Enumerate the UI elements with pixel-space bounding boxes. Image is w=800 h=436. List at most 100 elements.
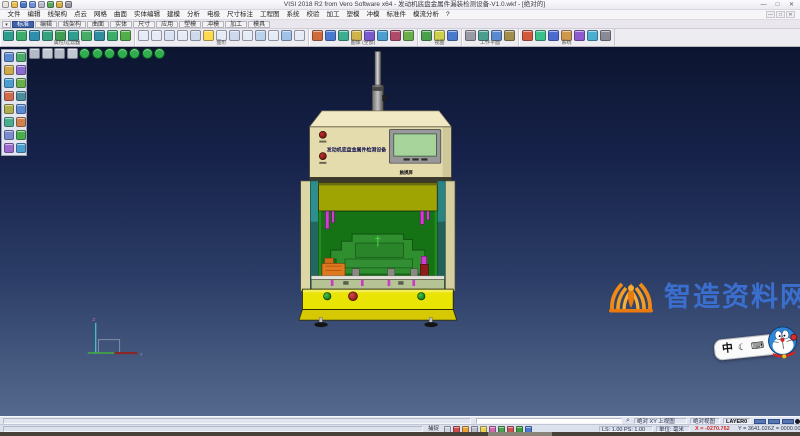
status-segment-2[interactable] xyxy=(768,419,780,424)
view-manager-icon[interactable] xyxy=(403,30,414,41)
menu-item-14[interactable]: 加工 xyxy=(323,10,343,20)
trim-tool-icon[interactable] xyxy=(16,91,26,101)
rotate-tool-icon[interactable] xyxy=(16,117,26,127)
undo-icon[interactable] xyxy=(47,1,54,8)
ribbon-tab-6[interactable]: 应用 xyxy=(156,21,178,28)
shadow-icon[interactable] xyxy=(281,30,292,41)
filter-solid-icon[interactable] xyxy=(94,30,105,41)
settings-icon[interactable] xyxy=(522,30,533,41)
ribbon-tab-5[interactable]: 尺寸 xyxy=(133,21,155,28)
ribbon-tab-8[interactable]: 冲模 xyxy=(202,21,224,28)
viewport-3d[interactable]: Z x xyxy=(0,47,800,416)
material-icon[interactable] xyxy=(268,30,279,41)
layer-tool-icon[interactable] xyxy=(4,143,14,153)
zoom-window-icon[interactable] xyxy=(325,30,336,41)
quality-icon[interactable] xyxy=(294,30,305,41)
select-all-icon[interactable] xyxy=(107,30,118,41)
moon-icon[interactable]: ☾ xyxy=(737,337,747,359)
pan-view-icon[interactable] xyxy=(29,48,40,59)
view-front-icon[interactable] xyxy=(447,30,458,41)
status-segment-1[interactable] xyxy=(754,419,766,424)
menu-item-17[interactable]: 标准件 xyxy=(383,10,410,20)
menu-item-10[interactable]: 尺寸标注 xyxy=(224,10,257,20)
menu-item-5[interactable]: 曲面 xyxy=(111,10,131,20)
lights-icon[interactable] xyxy=(255,30,266,41)
save-all-icon[interactable] xyxy=(29,1,36,8)
menu-item-4[interactable]: 网格 xyxy=(91,10,111,20)
render-mode-icon[interactable] xyxy=(203,30,214,41)
zoom-prev-icon[interactable] xyxy=(338,30,349,41)
status-segment-3[interactable] xyxy=(782,419,794,424)
redraw-icon[interactable] xyxy=(138,30,149,41)
side-view-icon[interactable] xyxy=(117,48,128,59)
scale-tool-icon[interactable] xyxy=(4,130,14,140)
wire-color-icon[interactable] xyxy=(3,30,14,41)
menu-item-16[interactable]: 冲模 xyxy=(363,10,383,20)
zoom-window-view-icon[interactable] xyxy=(54,48,65,59)
background-icon[interactable] xyxy=(242,30,253,41)
clear-filter-icon[interactable] xyxy=(120,30,131,41)
bottom-view-icon[interactable] xyxy=(142,48,153,59)
menu-item-11[interactable]: 工程图 xyxy=(257,10,284,20)
ribbon-tab-4[interactable]: 实体 xyxy=(110,21,132,28)
offset-tool-icon[interactable] xyxy=(4,104,14,114)
ribbon-tab-3[interactable]: 曲面 xyxy=(87,21,109,28)
mirror-tool-icon[interactable] xyxy=(16,104,26,114)
delete-tool-icon[interactable] xyxy=(16,130,26,140)
menu-item-2[interactable]: 线架构 xyxy=(44,10,71,20)
menu-item-9[interactable]: 电极 xyxy=(204,10,224,20)
mdi-minimize-icon[interactable]: — xyxy=(766,11,775,18)
database-icon[interactable] xyxy=(548,30,559,41)
dynamic-view-icon[interactable] xyxy=(377,30,388,41)
zoom-view-icon[interactable] xyxy=(42,48,53,59)
workplane-reset-icon[interactable] xyxy=(504,30,515,41)
measure-tool-icon[interactable] xyxy=(16,143,26,153)
customize-qat-icon[interactable] xyxy=(65,1,72,8)
open-file-icon[interactable] xyxy=(11,1,18,8)
top-view-icon[interactable] xyxy=(104,48,115,59)
zoom-all-icon[interactable] xyxy=(312,30,323,41)
named-view-icon[interactable] xyxy=(390,30,401,41)
menu-item-12[interactable]: 系统 xyxy=(283,10,303,20)
point-tool-icon[interactable] xyxy=(4,78,14,88)
circle-tool-icon[interactable] xyxy=(4,65,14,75)
menu-item-7[interactable]: 建模 xyxy=(164,10,184,20)
mdi-restore-icon[interactable]: □ xyxy=(776,11,785,18)
save-icon[interactable] xyxy=(20,1,27,8)
arc-tool-icon[interactable] xyxy=(16,65,26,75)
menu-item-19[interactable]: ? xyxy=(443,10,454,20)
filter-face-icon[interactable] xyxy=(81,30,92,41)
ribbon-tab-2[interactable]: 线架构 xyxy=(58,21,86,28)
thickness-icon[interactable] xyxy=(29,30,40,41)
hidden-line-icon[interactable] xyxy=(164,30,175,41)
minimize-icon[interactable]: — xyxy=(757,1,770,9)
redo-icon[interactable] xyxy=(56,1,63,8)
menu-item-18[interactable]: 模流分析 xyxy=(410,10,443,20)
new-file-icon[interactable] xyxy=(2,1,9,8)
ribbon-tab-7[interactable]: 塑模 xyxy=(179,21,201,28)
iso-view-icon[interactable] xyxy=(79,48,90,59)
shaded-icon[interactable] xyxy=(177,30,188,41)
menu-item-0[interactable]: 文件 xyxy=(4,10,24,20)
text-tool-icon[interactable] xyxy=(16,78,26,88)
menu-item-6[interactable]: 实体编辑 xyxy=(131,10,164,20)
ribbon-collapse-button[interactable]: ▾ xyxy=(2,21,11,28)
mdi-close-icon[interactable]: ✕ xyxy=(786,11,795,18)
dimension-tool-icon[interactable] xyxy=(4,91,14,101)
machine-model[interactable]: 发动机底盘金属件检测设备 触摸屏 xyxy=(299,51,457,327)
menu-item-3[interactable]: 点云 xyxy=(71,10,91,20)
line-tool-icon[interactable] xyxy=(16,52,26,62)
close-icon[interactable]: ✕ xyxy=(785,1,798,9)
view-iso-icon[interactable] xyxy=(421,30,432,41)
front-view-icon[interactable] xyxy=(92,48,103,59)
ribbon-tab-1[interactable]: 编辑 xyxy=(35,21,57,28)
menu-item-13[interactable]: 校验 xyxy=(303,10,323,20)
workplane-select-icon[interactable] xyxy=(465,30,476,41)
back-view-icon[interactable] xyxy=(129,48,140,59)
move-tool-icon[interactable] xyxy=(4,117,14,127)
maximize-icon[interactable]: □ xyxy=(771,1,784,9)
zoom-extents-view-icon[interactable] xyxy=(67,48,78,59)
select-tool-icon[interactable] xyxy=(4,52,14,62)
shaded-edges-icon[interactable] xyxy=(190,30,201,41)
info-icon[interactable] xyxy=(600,30,611,41)
